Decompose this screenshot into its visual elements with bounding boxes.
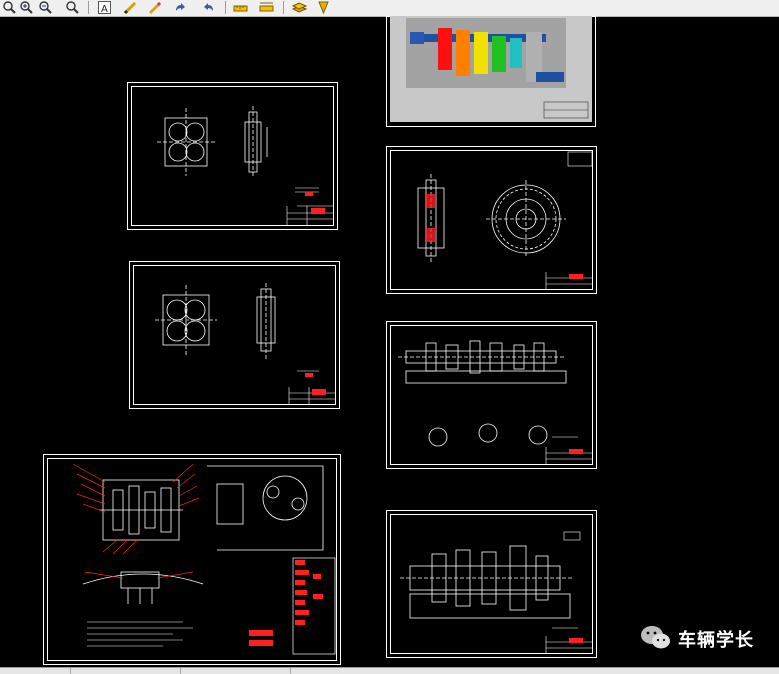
status-segment bbox=[180, 668, 291, 674]
undo-icon[interactable] bbox=[174, 0, 189, 15]
sheet-assembly[interactable] bbox=[43, 454, 342, 666]
zoom-realtime-icon[interactable] bbox=[2, 0, 17, 15]
measure-icon[interactable] bbox=[233, 0, 248, 15]
sheet-3d-render[interactable] bbox=[386, 16, 597, 128]
sheet-shaft-a[interactable] bbox=[386, 321, 598, 470]
text-icon[interactable]: A bbox=[97, 0, 112, 15]
sheet-housing-cover-b[interactable] bbox=[129, 261, 341, 410]
dropdown-arrow-icon[interactable] bbox=[316, 0, 331, 15]
pencil-icon[interactable] bbox=[123, 0, 138, 15]
layers-icon[interactable] bbox=[292, 0, 307, 15]
wechat-icon bbox=[641, 626, 670, 649]
status-segment bbox=[70, 668, 181, 674]
sheet-housing-cover-a[interactable] bbox=[127, 82, 339, 231]
zoom-out-icon[interactable] bbox=[38, 0, 53, 15]
toolbar-separator bbox=[225, 1, 226, 14]
svg-text:A: A bbox=[101, 4, 108, 15]
zoom-in-icon[interactable] bbox=[19, 0, 34, 15]
measure-area-icon[interactable] bbox=[259, 0, 274, 15]
sheet-shaft-b[interactable] bbox=[386, 510, 598, 659]
toolbar-separator bbox=[88, 1, 89, 14]
redo-icon[interactable] bbox=[200, 0, 215, 15]
toolbar: A bbox=[0, 0, 779, 17]
sheet-gear[interactable] bbox=[386, 146, 598, 295]
zoom-window-icon[interactable] bbox=[65, 0, 80, 15]
status-segment bbox=[0, 668, 71, 674]
toolbar-separator bbox=[283, 1, 284, 14]
watermark-text: 车辆学长 bbox=[678, 630, 754, 651]
edit-icon[interactable] bbox=[148, 0, 163, 15]
watermark: 车辆学长 bbox=[640, 624, 753, 654]
drawing-canvas[interactable]: 车辆学长 bbox=[0, 16, 779, 667]
